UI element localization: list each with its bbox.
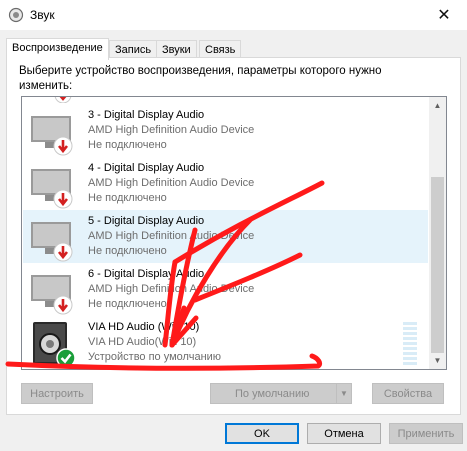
speaker-app-icon <box>8 7 24 23</box>
title-bar: Звук ✕ <box>0 0 467 30</box>
properties-button[interactable]: Свойства <box>372 383 444 404</box>
close-button[interactable]: ✕ <box>421 0 467 30</box>
device-name: 4 - Digital Display Audio <box>88 162 205 174</box>
list-scrollbar[interactable]: ▲ ▼ <box>429 97 446 369</box>
device-status: Не подключено <box>88 298 167 310</box>
scroll-down-arrow-icon[interactable]: ▼ <box>429 352 446 369</box>
device-status: Не подключено <box>88 139 167 151</box>
monitor-disconnected-icon <box>31 116 73 156</box>
list-item-partial[interactable] <box>23 97 428 104</box>
list-item-device-3[interactable]: 3 - Digital Display Audio AMD High Defin… <box>23 104 428 157</box>
monitor-disconnected-icon <box>31 222 73 262</box>
set-default-label: По умолчанию <box>235 387 310 400</box>
list-item-via-hd-audio[interactable]: VIA HD Audio (Win 10) VIA HD Audio(Win 1… <box>23 316 428 369</box>
device-list[interactable]: 3 - Digital Display Audio AMD High Defin… <box>21 96 447 370</box>
device-status: Не подключено <box>88 245 167 257</box>
volume-level-meter <box>403 322 417 365</box>
scroll-thumb[interactable] <box>431 177 444 353</box>
device-driver: AMD High Definition Audio Device <box>88 283 255 295</box>
ok-button[interactable]: OK <box>225 423 299 444</box>
cancel-button[interactable]: Отмена <box>307 423 381 444</box>
device-driver: VIA HD Audio(Win 10) <box>88 336 197 348</box>
tab-playback[interactable]: Воспроизведение <box>6 38 109 60</box>
device-status: Не подключено <box>88 192 167 204</box>
configure-button[interactable]: Настроить <box>21 383 93 404</box>
instruction-text: Выберите устройство воспроизведения, пар… <box>19 65 382 92</box>
device-status: Устройство по умолчанию <box>88 351 222 363</box>
scroll-up-arrow-icon[interactable]: ▲ <box>429 97 446 114</box>
device-name: 6 - Digital Display Audio <box>88 268 205 280</box>
device-name: VIA HD Audio (Win 10) <box>88 321 200 333</box>
apply-button[interactable]: Применить <box>389 423 463 444</box>
device-name: 3 - Digital Display Audio <box>88 109 205 121</box>
speaker-default-icon <box>33 322 76 368</box>
playback-panel: Выберите устройство воспроизведения, пар… <box>6 57 461 415</box>
device-driver: AMD High Definition Audio Device <box>88 177 255 189</box>
chevron-down-icon[interactable]: ▼ <box>336 384 351 403</box>
device-driver: AMD High Definition Audio Device <box>88 230 255 242</box>
window-title: Звук <box>30 8 55 22</box>
list-item-device-5[interactable]: 5 - Digital Display Audio AMD High Defin… <box>23 210 428 263</box>
list-item-device-6[interactable]: 6 - Digital Display Audio AMD High Defin… <box>23 263 428 316</box>
monitor-disconnected-icon <box>31 169 73 209</box>
list-item-device-4[interactable]: 4 - Digital Display Audio AMD High Defin… <box>23 157 428 210</box>
monitor-disconnected-icon <box>54 97 72 103</box>
monitor-disconnected-icon <box>31 275 73 315</box>
set-default-button[interactable]: По умолчанию ▼ <box>210 383 352 404</box>
device-name: 5 - Digital Display Audio <box>88 215 205 227</box>
device-driver: AMD High Definition Audio Device <box>88 124 255 136</box>
